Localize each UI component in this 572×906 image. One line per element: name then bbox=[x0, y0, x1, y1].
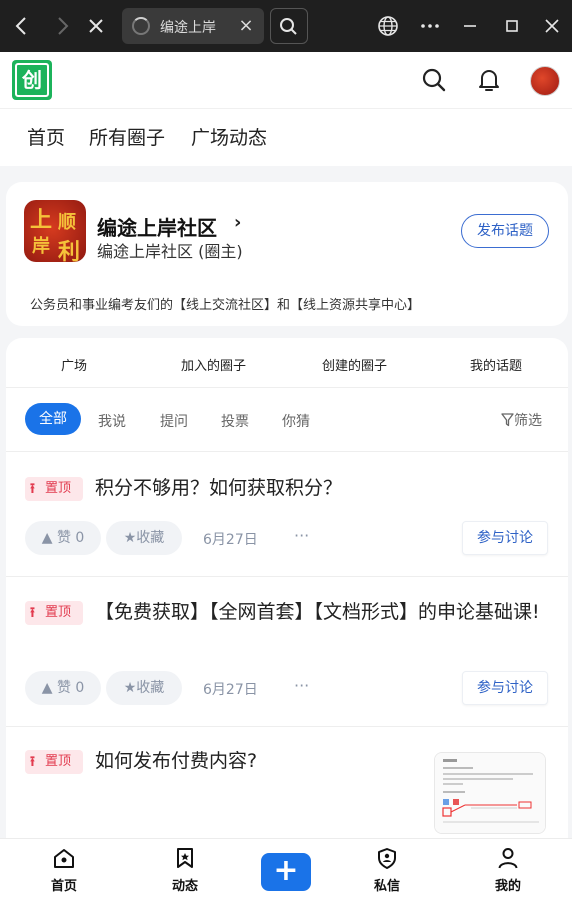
like-triangle-icon: ▲ bbox=[41, 530, 53, 546]
window-close-icon[interactable] bbox=[538, 12, 566, 40]
community-subtitle: 编途上岸社区 (圈主) bbox=[97, 242, 243, 261]
tab-created-circles[interactable]: 创建的圈子 bbox=[322, 355, 387, 374]
star-icon: ★ bbox=[123, 530, 137, 546]
tab-joined-circles[interactable]: 加入的圈子 bbox=[181, 355, 246, 374]
community-avatar[interactable]: 上 顺 岸 利 bbox=[24, 200, 86, 262]
bottom-nav-messages-label: 私信 bbox=[373, 879, 400, 894]
avatar-char: 岸 bbox=[32, 236, 50, 257]
back-icon[interactable] bbox=[8, 8, 36, 44]
community-name[interactable]: 编途上岸社区 bbox=[97, 212, 217, 241]
search-icon bbox=[280, 18, 297, 35]
bookmark-star-icon bbox=[177, 848, 193, 868]
join-discussion-button[interactable]: 参与讨论 bbox=[462, 521, 548, 555]
logo-text: 创 bbox=[15, 63, 49, 97]
shield-user-icon bbox=[378, 848, 396, 869]
bottom-nav-me[interactable]: 我的 bbox=[478, 847, 538, 894]
bottom-nav-home[interactable]: 首页 bbox=[34, 847, 94, 894]
user-avatar[interactable] bbox=[530, 66, 560, 96]
post-date: 6月27日 bbox=[203, 532, 258, 548]
nav-home[interactable]: 首页 bbox=[27, 123, 65, 150]
post-title[interactable]: 如何发布付费内容? bbox=[25, 746, 415, 776]
post-item[interactable]: ⭱ 置顶 【免费获取】【全网首套】【文档形式】的申论基础课! ▲ 赞 0 ★收藏 … bbox=[6, 577, 568, 727]
section-tabs: 广场 加入的圈子 创建的圈子 我的话题 bbox=[6, 338, 568, 388]
like-button[interactable]: ▲ 赞 0 bbox=[25, 521, 101, 555]
bell-icon[interactable] bbox=[475, 66, 503, 94]
tab-my-topics[interactable]: 我的话题 bbox=[470, 355, 522, 374]
join-discussion-button[interactable]: 参与讨论 bbox=[462, 671, 548, 705]
post-item[interactable]: ⭱ 置顶 积分不够用？如何获取积分？ ▲ 赞 0 ★收藏 6月27日 ··· 参与… bbox=[6, 453, 568, 577]
community-description: 公务员和事业编考友们的【线上交流社区】和【线上资源共享中心】 bbox=[30, 298, 421, 313]
globe-icon[interactable] bbox=[374, 12, 402, 40]
bottom-nav-feed-label: 动态 bbox=[171, 879, 198, 894]
post-item[interactable]: ⭱ 置顶 如何发布付费内容? bbox=[6, 728, 568, 838]
tab-square[interactable]: 广场 bbox=[61, 355, 87, 374]
home-icon bbox=[54, 849, 74, 868]
loading-spinner-icon bbox=[132, 17, 150, 35]
maximize-icon[interactable] bbox=[498, 12, 526, 40]
like-triangle-icon: ▲ bbox=[41, 680, 53, 696]
favorite-button[interactable]: ★收藏 bbox=[106, 521, 182, 555]
forward-icon[interactable] bbox=[48, 8, 76, 44]
like-button[interactable]: ▲ 赞 0 bbox=[25, 671, 101, 705]
like-label: 赞 0 bbox=[56, 530, 85, 546]
community-card: 上 顺 岸 利 编途上岸社区 › 编途上岸社区 (圈主) 发布话题 公务员和事业… bbox=[6, 182, 568, 326]
filter-button-label: 筛选 bbox=[514, 413, 542, 429]
filter-guess[interactable]: 你猜 bbox=[282, 411, 310, 431]
more-icon[interactable]: ··· bbox=[294, 676, 309, 695]
user-icon bbox=[498, 848, 518, 869]
tab-title: 编途上岸 bbox=[160, 20, 216, 35]
bottom-nav: 首页 动态 + 私信 我的 bbox=[0, 838, 572, 906]
filter-button[interactable]: 筛选 bbox=[501, 410, 542, 430]
favorite-label: 收藏 bbox=[136, 680, 165, 696]
favorite-label: 收藏 bbox=[136, 530, 165, 546]
favorite-button[interactable]: ★收藏 bbox=[106, 671, 182, 705]
search-icon[interactable] bbox=[420, 66, 448, 94]
post-date: 6月27日 bbox=[203, 682, 258, 698]
site-header: 创 bbox=[0, 52, 572, 108]
filter-all[interactable]: 全部 bbox=[25, 403, 81, 435]
minimize-icon[interactable] bbox=[456, 12, 484, 40]
bottom-nav-home-label: 首页 bbox=[50, 879, 77, 894]
create-post-button[interactable]: + bbox=[261, 853, 311, 891]
post-thumbnail[interactable] bbox=[434, 752, 546, 834]
like-label: 赞 0 bbox=[56, 680, 85, 696]
filter-say[interactable]: 我说 bbox=[98, 411, 126, 431]
avatar-char: 利 bbox=[58, 239, 81, 262]
bottom-nav-messages[interactable]: 私信 bbox=[357, 847, 417, 894]
browser-tab[interactable]: 编途上岸 × bbox=[122, 8, 264, 44]
nav-square-feed[interactable]: 广场动态 bbox=[191, 123, 267, 150]
filter-question[interactable]: 提问 bbox=[160, 411, 188, 431]
bottom-nav-me-label: 我的 bbox=[494, 879, 521, 894]
browser-chrome: 编途上岸 × bbox=[0, 0, 572, 52]
post-topic-button[interactable]: 发布话题 bbox=[461, 214, 549, 248]
filter-bar: 全部 我说 提问 投票 你猜 筛选 bbox=[6, 390, 568, 452]
filter-vote[interactable]: 投票 bbox=[221, 411, 249, 431]
stop-loading-icon[interactable] bbox=[82, 8, 110, 44]
more-icon[interactable]: ··· bbox=[294, 526, 309, 545]
funnel-icon bbox=[501, 413, 514, 427]
more-icon[interactable] bbox=[416, 12, 444, 40]
avatar-char: 上 bbox=[30, 207, 53, 233]
site-logo[interactable]: 创 bbox=[12, 60, 52, 100]
post-title[interactable]: 积分不够用？如何获取积分？ bbox=[25, 473, 545, 503]
post-title[interactable]: 【免费获取】【全网首套】【文档形式】的申论基础课! bbox=[25, 597, 545, 627]
star-icon: ★ bbox=[123, 680, 137, 696]
browser-search-button[interactable] bbox=[270, 8, 308, 44]
top-nav: 首页 所有圈子 广场动态 bbox=[0, 108, 572, 166]
tab-close-icon[interactable]: × bbox=[236, 14, 256, 38]
chevron-right-icon[interactable]: › bbox=[234, 212, 241, 233]
main-panel: 广场 加入的圈子 创建的圈子 我的话题 全部 我说 提问 投票 你猜 筛选 ⭱ 置… bbox=[6, 338, 568, 838]
nav-all-circles[interactable]: 所有圈子 bbox=[89, 123, 165, 150]
avatar-char: 顺 bbox=[58, 212, 76, 233]
bottom-nav-feed[interactable]: 动态 bbox=[155, 847, 215, 894]
